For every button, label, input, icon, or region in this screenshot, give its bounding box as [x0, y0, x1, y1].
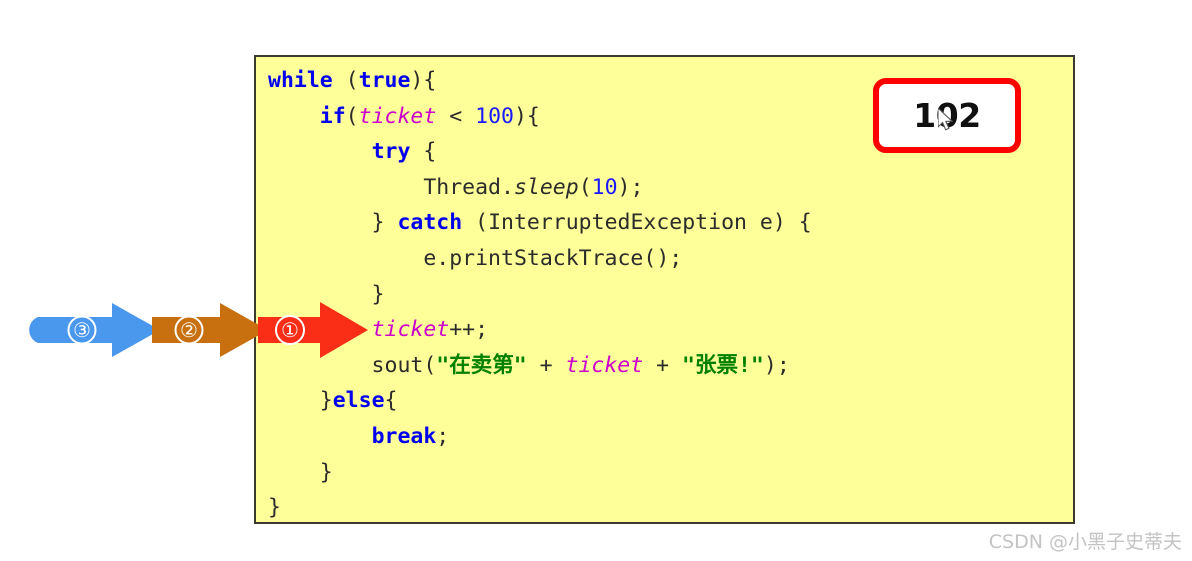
code-token: ){ — [410, 68, 437, 93]
step-arrow-3-number: ③ — [73, 318, 91, 342]
step-arrow-1: ① — [258, 300, 370, 364]
code-token: { — [384, 388, 398, 414]
code-token: ( — [332, 68, 359, 93]
watermark: CSDN @小黑子史蒂夫 — [988, 531, 1182, 553]
step-arrow-1-label: ① — [258, 300, 370, 364]
code-line: break; — [268, 419, 812, 455]
code-line: Thread.sleep(10); — [268, 170, 812, 206]
code-token: if — [319, 103, 346, 129]
step-arrow-3: ③ — [24, 301, 162, 363]
step-arrow-3-label: ③ — [24, 301, 162, 363]
code-token: { — [410, 139, 437, 165]
code-token: ; — [436, 423, 450, 449]
code-token: catch — [397, 210, 463, 236]
code-token: break — [371, 423, 437, 449]
code-token: true — [358, 68, 411, 93]
code-token: } — [268, 388, 333, 414]
code-token: else — [332, 388, 385, 414]
code-token: e.printStackTrace(); — [268, 245, 683, 271]
code-line: }else{ — [268, 383, 812, 419]
code-token: ticket — [565, 352, 644, 378]
code-token: } — [268, 459, 333, 485]
code-token: while — [268, 68, 333, 93]
code-token: ){ — [513, 103, 540, 129]
code-token: "在卖第" — [436, 352, 527, 378]
value-badge-text: 102 — [913, 96, 981, 135]
step-arrow-2-label: ② — [152, 301, 270, 363]
code-token: ( — [345, 103, 359, 129]
code-token: ticket — [358, 103, 437, 129]
code-token: Thread. — [268, 174, 514, 200]
code-token: sleep — [513, 174, 579, 200]
code-listing: while (true){ if(ticket < 100){ try { Th… — [268, 63, 812, 526]
code-token: } — [268, 210, 398, 236]
code-line: while (true){ — [268, 63, 812, 99]
step-arrow-2-number: ② — [180, 318, 198, 342]
step-arrow-1-number: ① — [281, 318, 299, 342]
step-arrow-2: ② — [152, 301, 270, 363]
code-line: if(ticket < 100){ — [268, 99, 812, 135]
code-token: ); — [617, 174, 644, 200]
code-token: 10 — [591, 174, 618, 200]
code-line: try { — [268, 134, 812, 170]
code-token: ++; — [449, 317, 489, 343]
code-line: } — [268, 490, 812, 526]
code-token: ); — [763, 352, 790, 378]
code-token: ticket — [371, 317, 450, 343]
code-token: (InterruptedException e) { — [462, 210, 812, 236]
code-token: 100 — [475, 103, 514, 129]
code-line: } catch (InterruptedException e) { — [268, 205, 812, 241]
value-badge: 102 — [873, 78, 1021, 153]
code-line: } — [268, 455, 812, 491]
code-token: try — [371, 139, 411, 165]
code-token: + — [526, 352, 566, 378]
code-token: "张票!" — [682, 352, 764, 378]
code-token: + — [643, 352, 683, 378]
code-token: < — [436, 103, 476, 129]
code-token: ( — [578, 174, 592, 200]
code-token: } — [268, 495, 281, 521]
code-line: e.printStackTrace(); — [268, 241, 812, 277]
